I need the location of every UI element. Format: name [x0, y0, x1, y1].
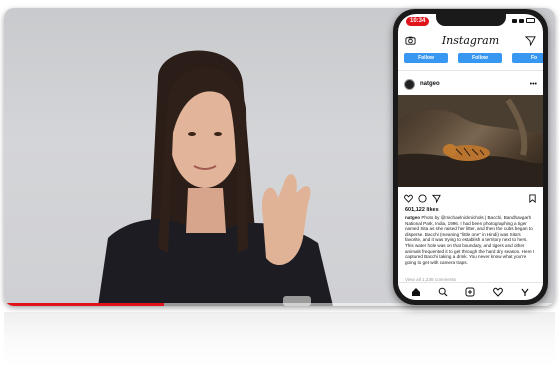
- divider: [398, 70, 543, 71]
- more-options-icon[interactable]: •••: [530, 81, 537, 88]
- likes-count[interactable]: 601,122 likes: [405, 207, 439, 213]
- instagram-header: Instagram: [398, 30, 543, 50]
- post-caption: natgeo Photo by @michaelnicknichols | Ba…: [405, 215, 537, 265]
- caption-username[interactable]: natgeo: [405, 215, 420, 220]
- follow-button[interactable]: Follow: [458, 53, 502, 63]
- share-icon[interactable]: [432, 194, 441, 203]
- home-icon[interactable]: [411, 287, 421, 297]
- caption-text: Photo by @michaelnicknichols | Bacchi, B…: [405, 215, 535, 265]
- send-icon[interactable]: [525, 35, 536, 46]
- phone-screen: 10:34 Instagram Follow Follow Fo natgeo …: [398, 14, 543, 300]
- post-header: natgeo •••: [398, 76, 543, 92]
- post-username[interactable]: natgeo: [420, 81, 440, 87]
- follow-button[interactable]: Follow: [404, 53, 448, 63]
- bottom-tab-bar: [398, 282, 543, 300]
- search-icon[interactable]: [438, 287, 448, 297]
- add-post-icon[interactable]: [465, 287, 475, 297]
- signal-icon: [512, 18, 517, 23]
- post-actions: [398, 191, 543, 205]
- video-progress-fill: [4, 303, 164, 306]
- heart-icon[interactable]: [493, 287, 503, 297]
- profile-icon[interactable]: [520, 287, 530, 297]
- bookmark-icon[interactable]: [528, 193, 537, 203]
- phone-mockup: 10:34 Instagram Follow Follow Fo natgeo …: [393, 9, 548, 305]
- tiger-photo: [398, 95, 543, 187]
- instagram-logo: Instagram: [441, 33, 500, 47]
- phone-notch: [436, 14, 506, 26]
- comment-icon[interactable]: [418, 193, 427, 203]
- battery-icon: [526, 18, 535, 23]
- suggested-follow-row: Follow Follow Fo: [404, 53, 543, 63]
- reflection-fade: [4, 312, 555, 382]
- slide-stage: 10:34 Instagram Follow Follow Fo natgeo …: [0, 0, 559, 385]
- post-image[interactable]: [398, 95, 543, 187]
- video-reflection: [4, 312, 555, 382]
- heart-icon[interactable]: [404, 194, 413, 203]
- follow-button[interactable]: Fo: [512, 53, 543, 63]
- wifi-icon: [519, 18, 524, 23]
- presenter-image: [98, 50, 333, 306]
- status-time: 10:34: [406, 17, 430, 26]
- status-icons: [512, 18, 535, 23]
- avatar[interactable]: [404, 78, 415, 90]
- camera-icon[interactable]: [405, 35, 416, 46]
